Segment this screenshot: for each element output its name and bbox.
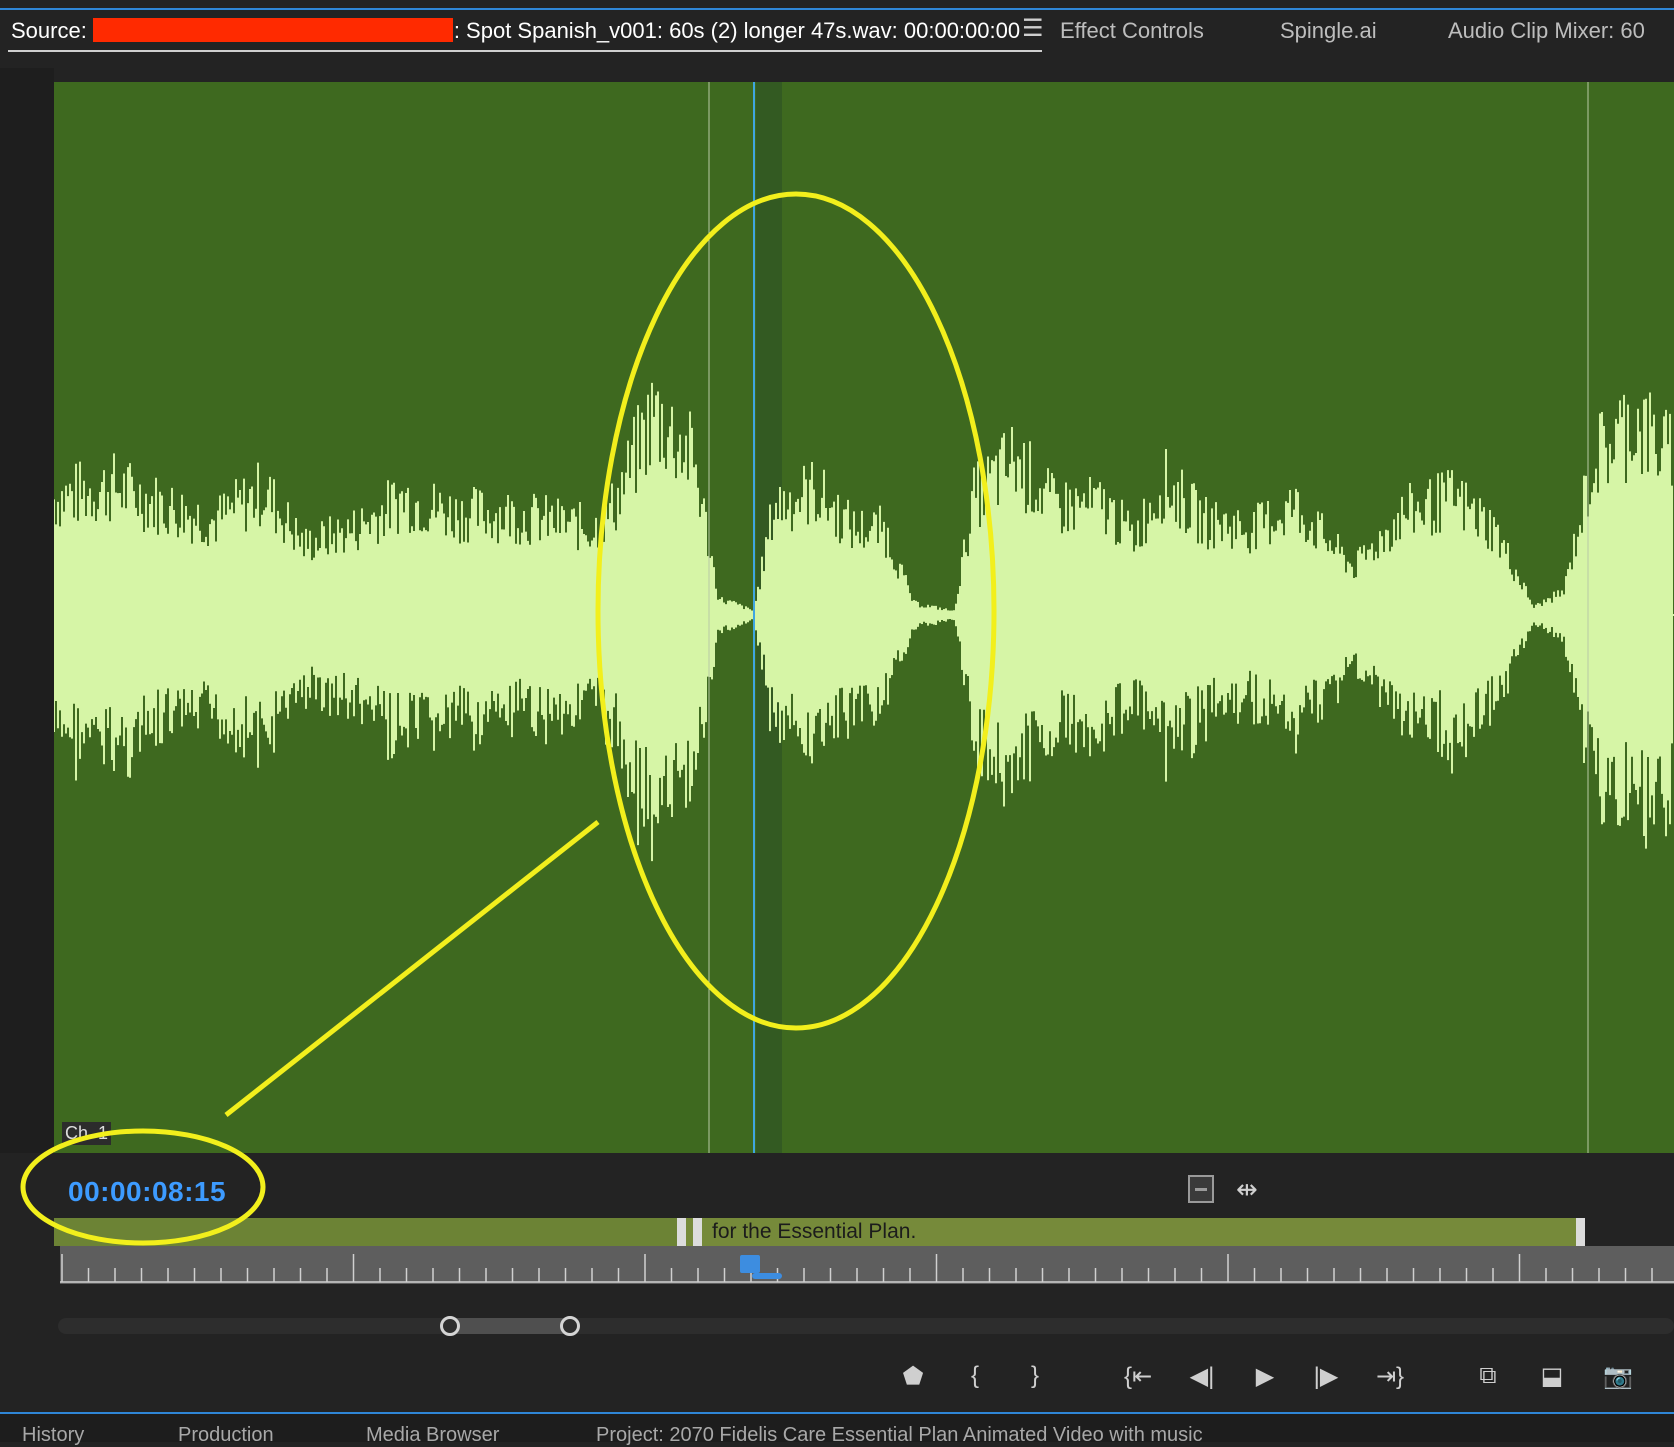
- zoom-scrollbar[interactable]: [58, 1318, 1674, 1334]
- drag-video-only-icon[interactable]: [1188, 1175, 1214, 1203]
- play-icon: ▶: [1255, 1362, 1275, 1390]
- add-marker-icon: ⬟: [902, 1362, 924, 1390]
- tab-production[interactable]: Production: [178, 1424, 274, 1447]
- step-back-icon: ◀|: [1189, 1362, 1215, 1390]
- go-to-out-button[interactable]: ⇥}: [1370, 1358, 1410, 1394]
- step-forward-button[interactable]: |▶: [1306, 1358, 1346, 1394]
- playhead-timecode[interactable]: 00:00:08:15: [68, 1176, 226, 1208]
- clip-caption-bar-left: [54, 1218, 684, 1246]
- overwrite-icon: ⬓: [1540, 1362, 1564, 1390]
- panel-left-gutter: [0, 68, 54, 1153]
- mark-in-icon: {: [970, 1362, 979, 1389]
- drag-audio-only-icon[interactable]: ⇹: [1236, 1174, 1258, 1205]
- go-to-in-icon: {⇤: [1123, 1362, 1153, 1390]
- caption-handle-left[interactable]: [677, 1218, 686, 1246]
- overwrite-button[interactable]: ⬓: [1532, 1358, 1572, 1394]
- mark-out-button[interactable]: }: [1020, 1358, 1050, 1394]
- waveform-graphic: [54, 82, 1674, 1153]
- step-forward-icon: |▶: [1313, 1362, 1339, 1390]
- step-back-button[interactable]: ◀|: [1182, 1358, 1222, 1394]
- tab-audio-clip-mixer[interactable]: Audio Clip Mixer: 60: [1448, 18, 1645, 44]
- ruler-ticks: [60, 1254, 1674, 1283]
- tab-spingle[interactable]: Spingle.ai: [1280, 18, 1377, 44]
- redacted-region: [92, 18, 453, 42]
- add-marker-button[interactable]: ⬟: [896, 1358, 930, 1394]
- source-clip-name: : Spot Spanish_v001: 60s (2) longer 47s.…: [453, 18, 1021, 43]
- time-ruler[interactable]: [60, 1246, 1674, 1284]
- zoom-scrollbar-thumb[interactable]: [448, 1318, 570, 1334]
- tab-history[interactable]: History: [22, 1424, 84, 1447]
- zoom-handle-right[interactable]: [560, 1316, 580, 1336]
- caption-handle-right[interactable]: [693, 1218, 702, 1246]
- caption-handle-end[interactable]: [1576, 1218, 1585, 1246]
- source-tab-underline: [8, 50, 1042, 52]
- channel-label: Ch. 1: [62, 1122, 112, 1145]
- mark-out-icon: }: [1030, 1362, 1039, 1389]
- zoom-handle-left[interactable]: [440, 1316, 460, 1336]
- tab-project[interactable]: Project: 2070 Fidelis Care Essential Pla…: [596, 1424, 1203, 1447]
- tab-media-browser[interactable]: Media Browser: [366, 1424, 499, 1447]
- tab-effect-controls[interactable]: Effect Controls: [1060, 18, 1204, 44]
- go-to-out-icon: ⇥}: [1375, 1362, 1405, 1390]
- playhead-marker[interactable]: [740, 1255, 760, 1273]
- export-frame-button[interactable]: 📷: [1598, 1358, 1638, 1394]
- caption-text: for the Essential Plan.: [712, 1220, 917, 1243]
- hamburger-menu-icon[interactable]: ☰: [1022, 14, 1044, 43]
- mark-in-button[interactable]: {: [960, 1358, 990, 1394]
- play-button[interactable]: ▶: [1248, 1358, 1282, 1394]
- audio-waveform-display[interactable]: [54, 82, 1674, 1153]
- go-to-in-button[interactable]: {⇤: [1118, 1358, 1158, 1394]
- insert-button[interactable]: ⧉: [1468, 1358, 1508, 1394]
- source-label: Source:: [11, 18, 87, 43]
- playhead-marker-tail: [752, 1273, 782, 1279]
- tab-source-monitor[interactable]: Source: : Spot Spanish_v001: 60s (2) long…: [11, 18, 1020, 44]
- insert-icon: ⧉: [1479, 1362, 1497, 1389]
- export-frame-icon: 📷: [1603, 1362, 1633, 1390]
- waveform-samples: [54, 382, 1673, 862]
